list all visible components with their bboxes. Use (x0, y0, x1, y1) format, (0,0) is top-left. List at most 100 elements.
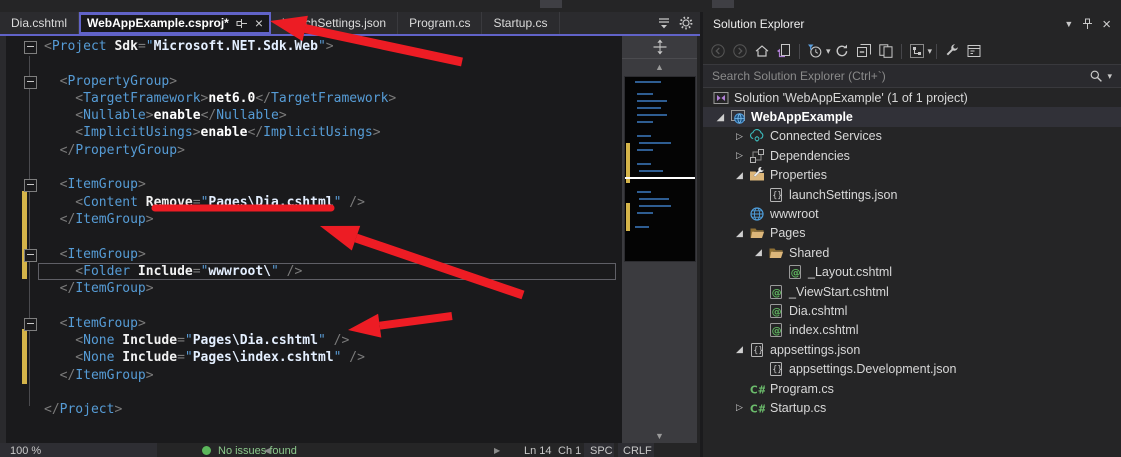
expander-collapsed-icon[interactable]: ▷ (731, 402, 748, 413)
column-indicator[interactable]: Ch 1 (558, 445, 581, 457)
fold-collapse-box[interactable] (24, 318, 37, 331)
tree-item-launchsettings-json[interactable]: {}launchSettings.json (703, 185, 1121, 204)
expander-collapsed-icon[interactable]: ▷ (731, 150, 748, 161)
window-list-icon[interactable] (656, 15, 672, 31)
tree-item-connected-services[interactable]: ▷Connected Services (703, 127, 1121, 146)
sync-active-document-button[interactable] (773, 41, 795, 61)
eol-indicator[interactable]: CRLF (623, 445, 652, 457)
hscroll-left-arrow[interactable]: ◀ (264, 446, 270, 455)
tree-item-solution-webappexample-1-of-1-project-[interactable]: Solution 'WebAppExample' (1 of 1 project… (703, 88, 1121, 107)
minimap-code-line (637, 135, 651, 137)
expander-expanded-icon[interactable]: ◢ (731, 170, 748, 181)
expander-expanded-icon[interactable]: ◢ (712, 112, 729, 123)
tree-item-label: WebAppExample (751, 110, 853, 124)
tab-program-cs[interactable]: Program.cs (398, 12, 482, 34)
tab-well-controls (656, 12, 700, 34)
tree-item-label: Pages (770, 226, 805, 240)
editor-split-handle[interactable] (622, 36, 697, 59)
tree-item-label: _ViewStart.cshtml (789, 285, 889, 299)
code-line (0, 297, 622, 314)
spaces-indicator[interactable]: SPC (590, 445, 613, 457)
tab-label: WebAppExample.csproj* (87, 16, 229, 30)
razor-icon: @ (767, 322, 784, 338)
dependencies-icon (748, 148, 765, 164)
refresh-button[interactable] (831, 41, 853, 61)
tree-item-startup-cs[interactable]: ▷C#Startup.cs (703, 398, 1121, 417)
refresh-icon (834, 43, 850, 59)
code-editor-surface[interactable]: <Project Sdk="Microsoft.NET.Sdk.Web"> <P… (0, 36, 622, 443)
tab-webappexample-csproj-[interactable]: WebAppExample.csproj* × (79, 12, 271, 34)
tree-item-label: _Layout.cshtml (808, 265, 892, 279)
close-panel-icon[interactable]: × (1102, 16, 1111, 33)
collapse-all-icon (856, 43, 872, 59)
tree-item-wwwroot[interactable]: wwwroot (703, 204, 1121, 223)
solution-explorer-title: Solution Explorer (713, 17, 804, 31)
visual-studio-window: Dia.cshtml WebAppExample.csproj* × launchSe… (0, 0, 1121, 457)
code-line-current: <Folder Include="wwwroot\" /> (0, 263, 622, 280)
code-line: </PropertyGroup> (0, 142, 622, 159)
code-health-icon (202, 446, 211, 455)
tree-item-dependencies[interactable]: ▷Dependencies (703, 146, 1121, 165)
scroll-up-arrow[interactable]: ▲ (622, 62, 697, 72)
tree-item-label: Properties (770, 168, 827, 182)
pin-icon[interactable] (1081, 18, 1094, 31)
fold-collapse-box[interactable] (24, 76, 37, 89)
tree-item-appsettings-development-json[interactable]: {}appsettings.Development.json (703, 359, 1121, 378)
tree-item-program-cs[interactable]: C#Program.cs (703, 379, 1121, 398)
zoom-level-dropdown[interactable]: 100 % (0, 443, 157, 457)
folder-icon (767, 245, 784, 261)
dropdown-caret-icon[interactable]: ▾ (928, 46, 933, 57)
tab-dia-cshtml[interactable]: Dia.cshtml (0, 12, 79, 34)
tab-launchsettings-json[interactable]: launchSettings.json (271, 12, 398, 34)
solution-explorer-panel: Solution Explorer ▼ × ▾▾ Search Solution… (703, 10, 1121, 457)
tree-item-pages[interactable]: ◢ Pages (703, 224, 1121, 243)
tree-item-properties[interactable]: ◢ Properties (703, 166, 1121, 185)
scrollbar-minimap-column[interactable]: ▲ ▼ (622, 36, 697, 443)
scope-button[interactable] (906, 41, 928, 61)
panel-menu-caret-icon[interactable]: ▼ (1064, 19, 1073, 29)
tree-item-webappexample[interactable]: ◢ WebAppExample (703, 107, 1121, 126)
home-icon (754, 43, 770, 59)
tree-item--viewstart-cshtml[interactable]: @_ViewStart.cshtml (703, 282, 1121, 301)
home-button[interactable] (751, 41, 773, 61)
tab-close-icon[interactable]: × (255, 16, 263, 30)
tree-item-dia-cshtml[interactable]: @Dia.cshtml (703, 301, 1121, 320)
expander-expanded-icon[interactable]: ◢ (731, 344, 748, 355)
tree-item--layout-cshtml[interactable]: @ _Layout.cshtml (703, 263, 1121, 282)
tree-item-appsettings-json[interactable]: ◢{}appsettings.json (703, 340, 1121, 359)
code-line: </ItemGroup> (0, 367, 622, 384)
minimap[interactable] (624, 76, 696, 262)
properties-window-button[interactable] (963, 41, 985, 61)
minimap-code-line (637, 149, 653, 151)
line-number-indicator[interactable]: Ln 14 (524, 445, 552, 457)
expander-collapsed-icon[interactable]: ▷ (731, 131, 748, 142)
solution-search-box[interactable]: Search Solution Explorer (Ctrl+`) ▾ (703, 64, 1121, 88)
search-options-caret-icon[interactable]: ▾ (1107, 71, 1112, 82)
settings-gear-icon[interactable] (678, 15, 694, 31)
forward-button[interactable] (729, 41, 751, 61)
code-line (0, 159, 622, 176)
fold-collapse-box[interactable] (24, 249, 37, 262)
fold-collapse-box[interactable] (24, 41, 37, 54)
tree-item-label: Startup.cs (770, 401, 826, 415)
razor-icon: @ (786, 264, 803, 280)
tab-pin-icon[interactable] (236, 17, 249, 30)
collapse-all-button[interactable] (853, 41, 875, 61)
tree-item-index-cshtml[interactable]: @index.cshtml (703, 321, 1121, 340)
search-icon[interactable] (1089, 69, 1103, 83)
fold-collapse-box[interactable] (24, 179, 37, 192)
wrench-button[interactable] (941, 41, 963, 61)
tab-startup-cs[interactable]: Startup.cs (482, 12, 559, 34)
scroll-down-arrow[interactable]: ▼ (622, 431, 697, 441)
svg-text:@: @ (771, 307, 781, 318)
tree-item-shared[interactable]: ◢Shared (703, 243, 1121, 262)
solution-explorer-toolbar: ▾▾ (703, 38, 1121, 64)
expander-expanded-icon[interactable]: ◢ (731, 228, 748, 239)
solution-explorer-titlebar[interactable]: Solution Explorer ▼ × (703, 10, 1121, 38)
back-button[interactable] (707, 41, 729, 61)
code-line: <Project Sdk="Microsoft.NET.Sdk.Web"> (0, 38, 622, 55)
show-all-files-button[interactable] (875, 41, 897, 61)
hscroll-right-arrow[interactable]: ▶ (494, 446, 500, 455)
expander-expanded-icon[interactable]: ◢ (750, 247, 767, 258)
pending-filter-button[interactable] (804, 41, 826, 61)
